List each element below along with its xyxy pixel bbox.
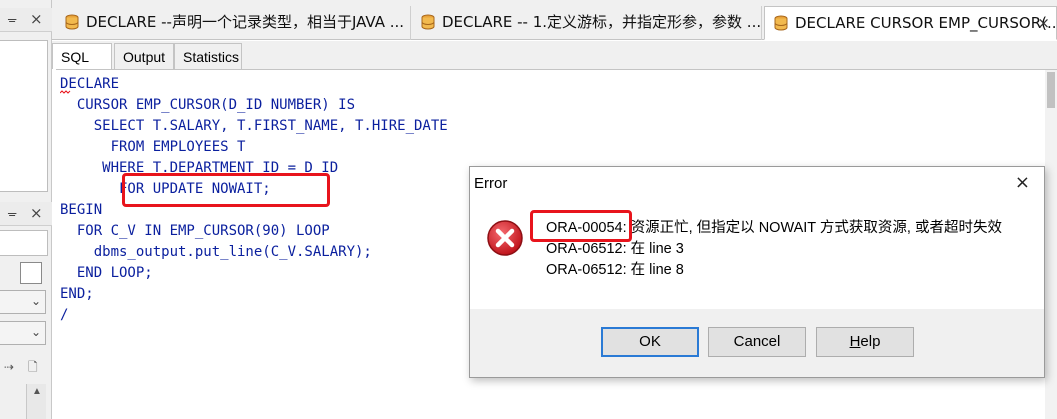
new-file-icon[interactable]: 🗋 — [28, 358, 38, 379]
annotation-highlight-box — [530, 210, 632, 242]
error-dialog: Error × ORA-00054: 资源正忙, 但指定以 NOWAIT 方式获… — [469, 166, 1045, 378]
code-line: FROM EMPLOYEES T — [60, 139, 246, 155]
left-dock-panel: ᚚ × ᚚ × ⌄ ⌄ ⇢ 🗋 ▲ — [0, 0, 52, 419]
help-button-mnemonic: H — [849, 333, 861, 350]
close-icon[interactable]: × — [30, 204, 43, 222]
tab-label: DECLARE CURSOR EMP_CURSOR(... — [795, 14, 1057, 32]
dialog-titlebar: Error × — [470, 167, 1044, 199]
panel-scrollbar[interactable]: ▲ — [26, 384, 46, 419]
database-icon — [65, 14, 79, 30]
owner-dropdown[interactable]: ⌄ — [0, 290, 46, 314]
panel-header-top: ᚚ × — [0, 8, 52, 32]
editor-scrollbar[interactable] — [1045, 70, 1057, 419]
code-line: dbms_output.put_line(C_V.SALARY); — [60, 244, 372, 260]
cancel-button[interactable]: Cancel — [708, 327, 806, 357]
dialog-body: ORA-00054: 资源正忙, 但指定以 NOWAIT 方式获取资源, 或者超… — [470, 199, 1044, 309]
chevron-down-icon: ⌄ — [30, 294, 41, 308]
code-line: END; — [60, 286, 94, 302]
pin-icon[interactable]: ᚚ — [8, 206, 16, 220]
code-line: / — [60, 307, 69, 323]
tab-output[interactable]: Output — [114, 43, 174, 69]
chevron-down-icon: ⌄ — [30, 325, 41, 339]
tab-statistics[interactable]: Statistics — [174, 43, 242, 69]
panel-header-bottom: ᚚ × — [0, 202, 52, 226]
tab-declare-record[interactable]: DECLARE --声明一个记录类型，相当于JAVA ... — [56, 6, 411, 40]
tab-sql[interactable]: SQL — [52, 43, 112, 69]
code-line: SELECT T.SALARY, T.FIRST_NAME, T.HIRE_DA… — [60, 118, 448, 134]
close-icon[interactable]: × — [1037, 7, 1050, 39]
code-line: END LOOP; — [60, 265, 153, 281]
code-line: FOR C_V IN EMP_CURSOR(90) LOOP — [60, 223, 330, 239]
error-icon — [487, 220, 523, 256]
tab-declare-emp-cursor[interactable]: DECLARE CURSOR EMP_CURSOR(... × — [764, 6, 1057, 40]
tab-declare-cursor-params[interactable]: DECLARE -- 1.定义游标，并指定形参，参数 ... — [412, 6, 762, 40]
code-line: BEGIN — [60, 202, 103, 218]
ok-button[interactable]: OK — [601, 327, 699, 357]
arrow-icon[interactable]: ⇢ — [4, 360, 14, 374]
scroll-up-icon[interactable]: ▲ — [32, 386, 42, 397]
database-icon — [774, 15, 788, 31]
object-browser-pane — [0, 40, 48, 192]
type-dropdown[interactable]: ⌄ — [0, 321, 46, 345]
filter-input[interactable] — [0, 230, 48, 256]
editor-subtab-bar: SQL Output Statistics — [52, 41, 1057, 69]
error-message-line: ORA-06512: 在 line 3 — [546, 241, 684, 257]
tab-label: DECLARE -- 1.定义游标，并指定形参，参数 ... — [442, 13, 762, 31]
code-line: CURSOR EMP_CURSOR(D_ID NUMBER) IS — [60, 97, 356, 113]
panel-toggle-button[interactable] — [20, 262, 42, 284]
error-message-line: ORA-06512: 在 line 8 — [546, 262, 684, 278]
help-button-label: elp — [860, 333, 881, 350]
close-icon[interactable]: × — [30, 10, 43, 28]
close-icon[interactable]: × — [1015, 172, 1030, 193]
error-squiggle — [60, 90, 71, 94]
tab-label: DECLARE --声明一个记录类型，相当于JAVA ... — [86, 13, 405, 31]
database-icon — [421, 14, 435, 30]
annotation-highlight-box — [122, 173, 330, 207]
scrollbar-thumb[interactable] — [1047, 72, 1055, 108]
pin-icon[interactable]: ᚚ — [8, 12, 16, 26]
editor-tab-bar: DECLARE --声明一个记录类型，相当于JAVA ... DECLARE -… — [52, 0, 1057, 40]
help-button[interactable]: Help — [816, 327, 914, 357]
dialog-title: Error — [474, 175, 508, 192]
